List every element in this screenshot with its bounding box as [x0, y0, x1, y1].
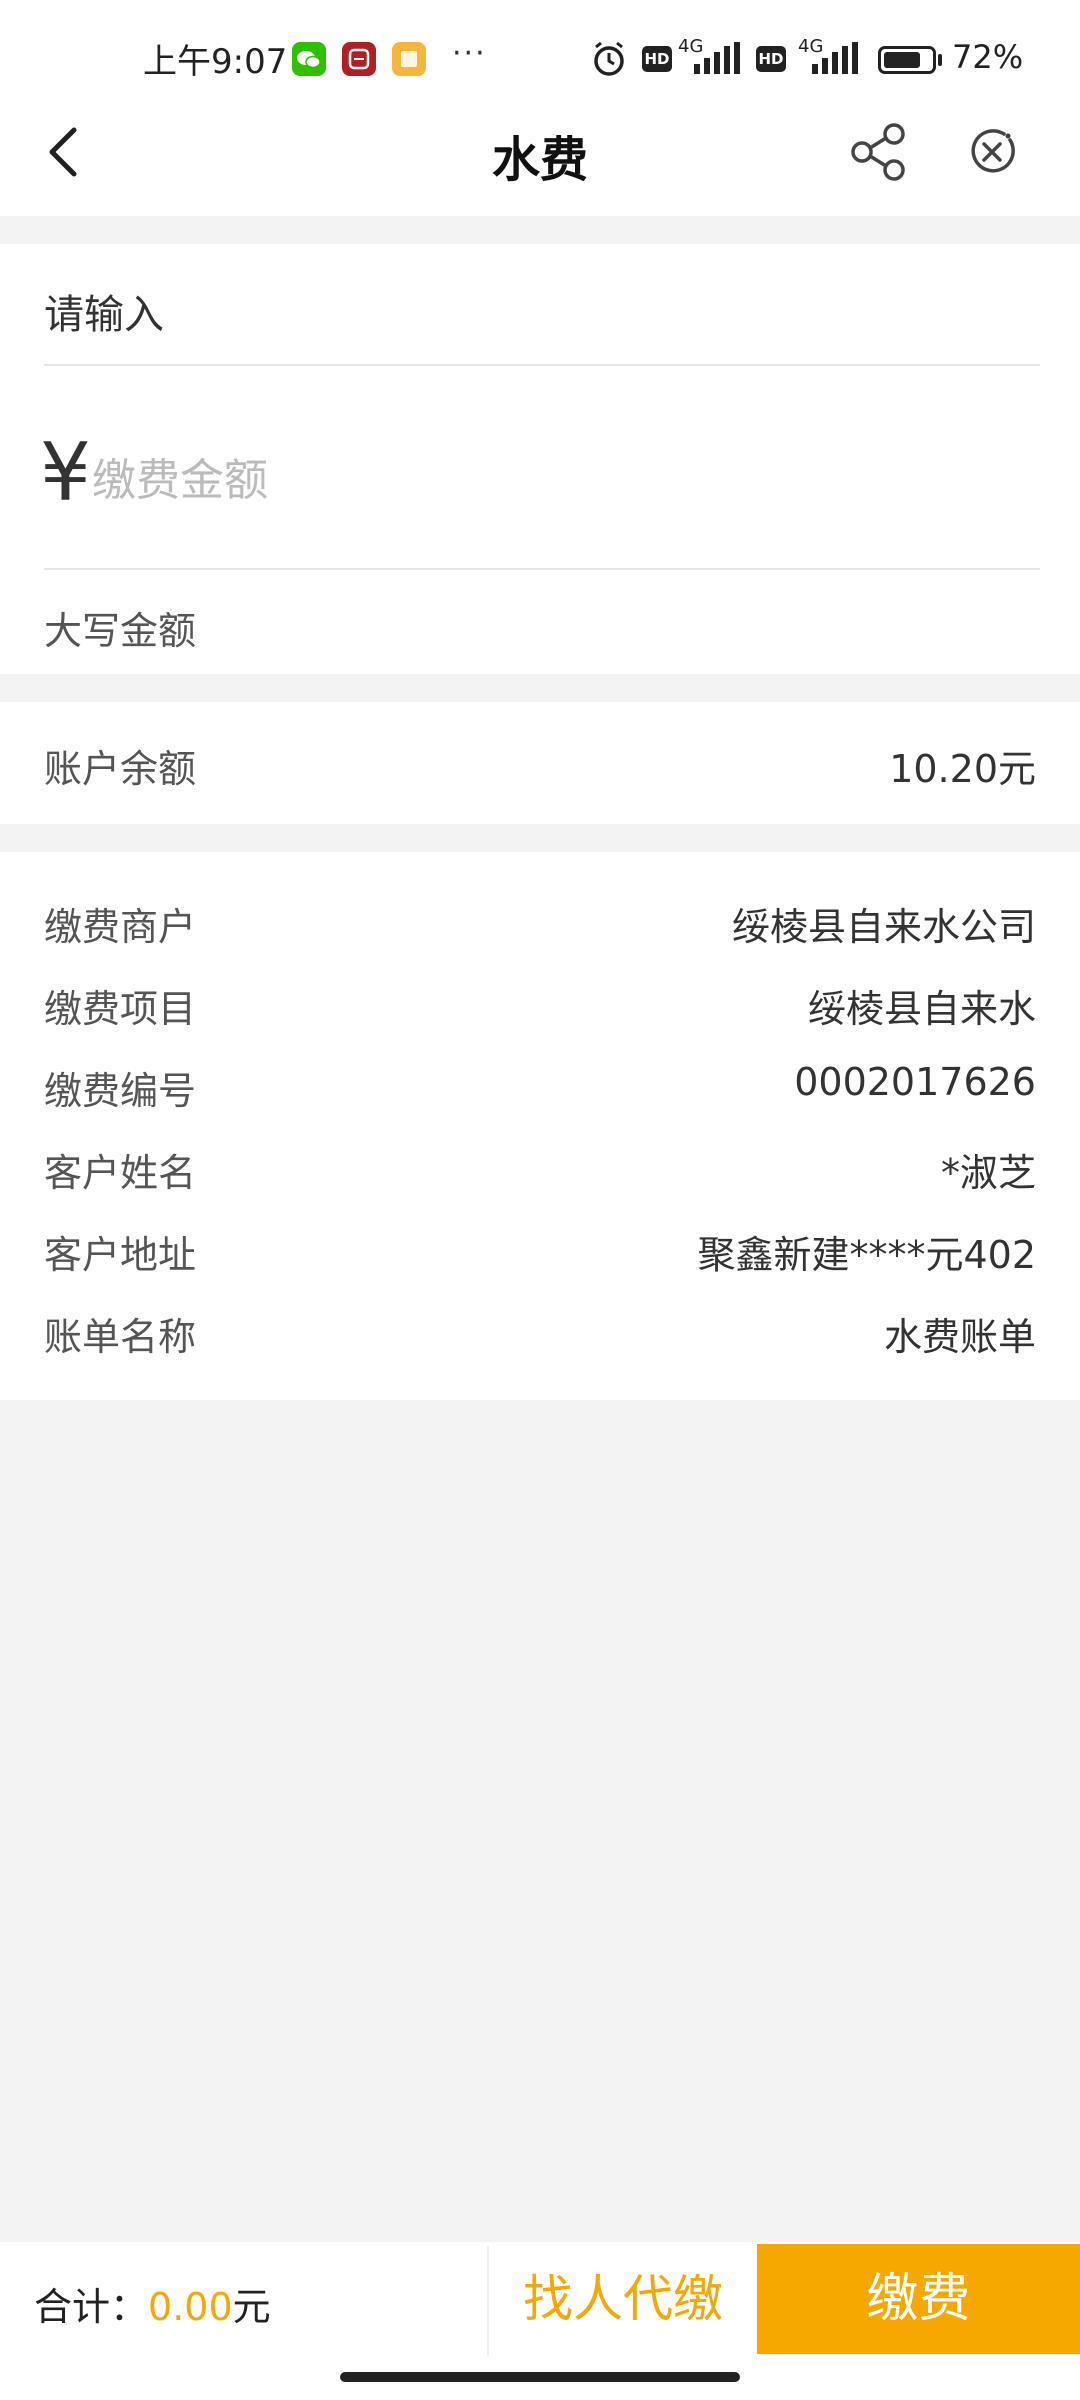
status-time: 上午9:07 [143, 42, 288, 82]
payment-number-value: 0002017626 [794, 1060, 1036, 1104]
total-label: 合计： [34, 2285, 149, 2329]
wechat-icon [292, 42, 326, 76]
pay-button[interactable]: 缴费 [757, 2244, 1080, 2354]
signal-icon-2 [806, 42, 862, 80]
page-title: 水费 [491, 132, 588, 188]
input-field[interactable]: 请输入 [44, 282, 164, 340]
merchant-value: 绥棱县自来水公司 [731, 905, 1036, 949]
divider [44, 568, 1040, 570]
battery-percent: 72% [952, 38, 1024, 76]
total-unit: 元 [232, 2285, 271, 2329]
payment-number-label: 缴费编号 [44, 1069, 197, 1113]
app-red-icon [342, 42, 376, 76]
hd-badge-2: HD [756, 46, 786, 72]
item-label: 缴费项目 [44, 987, 197, 1031]
item-value: 绥棱县自来水 [807, 987, 1036, 1031]
app-yellow-icon [392, 42, 426, 76]
alarm-icon [590, 40, 628, 82]
status-bar: 上午9:07 ··· HD 4G HD 4G 72% [0, 0, 1080, 110]
home-indicator[interactable] [340, 2372, 740, 2382]
bill-name-label: 账单名称 [44, 1315, 197, 1359]
share-icon[interactable] [850, 122, 908, 182]
customer-address-label: 客户地址 [44, 1233, 197, 1277]
more-notifications-icon: ··· [452, 36, 487, 71]
customer-name-label: 客户姓名 [44, 1151, 197, 1195]
divider [44, 364, 1040, 366]
balance-value: 10.20元 [889, 747, 1036, 791]
customer-address-value: 聚鑫新建****元402 [697, 1233, 1036, 1277]
customer-name-value: *淑芝 [940, 1151, 1036, 1195]
balance-label: 账户余额 [44, 747, 197, 791]
currency-symbol: ¥ [40, 426, 91, 519]
signal-icon-1 [690, 42, 744, 80]
total-amount: 0.00 [148, 2285, 233, 2329]
close-circle-icon[interactable] [966, 126, 1018, 178]
merchant-label: 缴费商户 [44, 905, 197, 949]
battery-icon [878, 46, 936, 74]
amount-input[interactable]: 缴费金额 [92, 444, 268, 508]
capital-amount-label: 大写金额 [44, 609, 197, 653]
proxy-pay-button[interactable]: 找人代缴 [489, 2244, 757, 2354]
hd-badge-1: HD [642, 46, 672, 72]
bill-name-value: 水费账单 [883, 1315, 1036, 1359]
total-display: 合计：0.00元 [34, 2276, 271, 2331]
